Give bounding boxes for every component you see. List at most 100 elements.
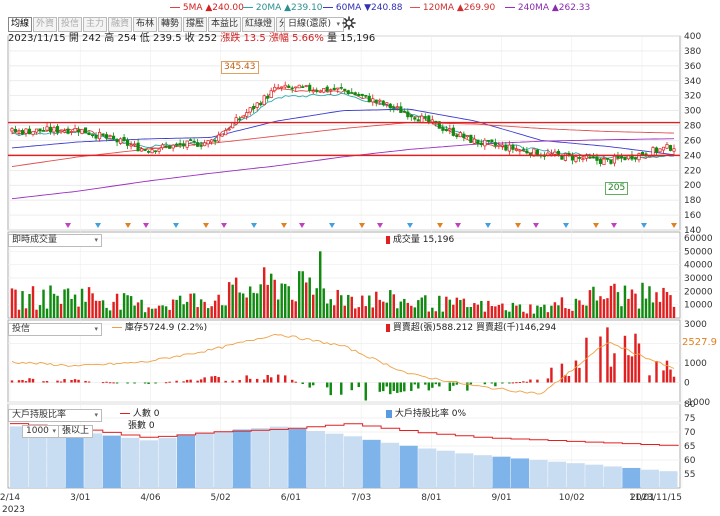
tab-2[interactable]: 外資 [33, 17, 58, 32]
candle-body [444, 128, 448, 131]
volume-bar [161, 305, 164, 318]
holder-bar [251, 428, 270, 488]
tab-5[interactable]: 融資 [108, 17, 133, 32]
inst-bar [392, 382, 396, 391]
event-marker [359, 223, 365, 228]
inst-bar [424, 382, 427, 385]
candle-body [112, 135, 116, 140]
tab-7[interactable]: 轉勢 [158, 17, 183, 32]
volume-bar [105, 307, 108, 318]
volume-bar [56, 295, 59, 318]
volume-y-tick: 40000 [684, 261, 713, 271]
candle-body [378, 99, 382, 102]
legend-ma20: 20MA ▲239.10 [243, 2, 323, 14]
volume-bar [136, 302, 140, 318]
candle-body [500, 144, 504, 147]
volume-bar [119, 309, 122, 318]
inst-bar [567, 375, 571, 383]
inst-bar [389, 382, 392, 395]
volume-bar [606, 298, 609, 318]
candle-body [672, 148, 676, 152]
inst-bar [613, 353, 616, 383]
holder-bar [47, 429, 66, 488]
candle-body [269, 90, 273, 98]
volume-bar [609, 285, 613, 318]
volume-bar [287, 286, 290, 318]
volume-bar [66, 288, 70, 318]
tab-10[interactable]: 紅綠燈 [242, 17, 276, 32]
volume-bar [385, 302, 389, 318]
gear-icon[interactable] [342, 16, 356, 30]
candle-body [311, 90, 315, 93]
volume-y-tick: 60000 [684, 234, 713, 244]
info-change-label: 漲跌 [220, 33, 241, 44]
info-high-label: 高 [104, 33, 115, 44]
institution-legend-2-text: 買賣超(張)588.212 買賣超(千)146,294 [392, 323, 557, 333]
volume-y-tick: 30000 [684, 274, 713, 284]
candle-body [94, 134, 98, 139]
collapse-icon[interactable] [8, 235, 17, 244]
tab-6[interactable]: 布林 [133, 17, 158, 32]
volume-bar [185, 301, 189, 318]
volume-bar [73, 294, 77, 318]
candle-body [45, 126, 49, 131]
candle-body [245, 112, 249, 117]
volume-layer [10, 251, 676, 318]
candle-body [413, 117, 417, 120]
candle-body [420, 115, 424, 123]
candle-body [101, 133, 105, 136]
volume-bar [45, 308, 49, 318]
tab-1[interactable]: 均線 [8, 17, 33, 32]
candle-body [87, 132, 91, 135]
tab-9[interactable]: 本益比 [208, 17, 242, 32]
tab-3[interactable]: 投信 [58, 17, 83, 32]
volume-bar [406, 302, 410, 318]
candle-body [371, 98, 375, 103]
holder-bar [473, 455, 492, 488]
candle-body [168, 145, 172, 149]
inst-bar [578, 367, 581, 383]
volume-bar [28, 293, 31, 318]
institution-panel-select[interactable]: 投信 ▾ [8, 323, 102, 336]
tab-4[interactable]: 主力 [83, 17, 108, 32]
info-open: 242 [82, 33, 102, 44]
holder-panel-select[interactable]: 大戶持股比率 ▾ [8, 409, 102, 422]
holder-bar [492, 456, 511, 488]
inst-bar [312, 382, 315, 386]
institution-legend-2: 買賣超(張)588.212 買賣超(千)146,294 [386, 322, 556, 334]
volume-bar [578, 300, 581, 318]
volume-bar [94, 300, 98, 318]
volume-bar [196, 307, 199, 318]
inst-bar [101, 382, 105, 384]
volume-bar [623, 285, 627, 318]
volume-bar [269, 273, 273, 318]
candle-body [409, 115, 413, 118]
period-select[interactable]: 日線(還原) ▾ [284, 17, 344, 32]
volume-bar [550, 305, 553, 318]
candle-body [290, 87, 294, 90]
inst-bar [199, 379, 203, 383]
candle-body [350, 92, 354, 94]
inst-bar [175, 380, 178, 383]
volume-bar [354, 308, 357, 318]
holder-y-tick: 55 [684, 470, 695, 480]
x-tick-label: 7/03 [351, 493, 371, 503]
inst-y-tick: 3000 [684, 320, 707, 330]
legend-ma240-text: 240MA ▲262.33 [517, 3, 591, 13]
candle-body [640, 152, 645, 156]
holder-bar [65, 431, 84, 488]
volume-bar [441, 311, 445, 318]
holder-bar [102, 435, 121, 488]
inst-bar [672, 376, 676, 383]
price-y-tick: 400 [684, 32, 701, 42]
event-marker [377, 223, 383, 228]
volume-panel-select[interactable]: 即時成交量 ▾ [8, 234, 102, 247]
event-marker [515, 223, 521, 228]
candle-body [430, 119, 434, 123]
candle-body [255, 102, 259, 108]
tab-8[interactable]: 撐壓 [183, 17, 208, 32]
candle-body [395, 106, 399, 109]
inst-bar [210, 376, 213, 383]
holder-size-select[interactable]: 1000 ▾ [22, 425, 60, 438]
candle-body [80, 128, 84, 134]
